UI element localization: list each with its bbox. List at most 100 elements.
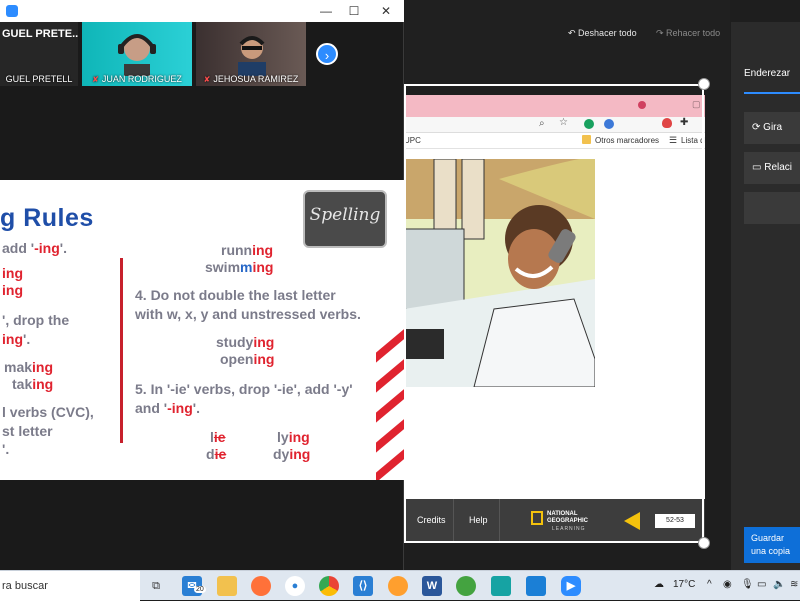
participant-name: ✘ JUAN RODRIGUEZ <box>92 74 182 84</box>
rule3-text: l verbs (CVC), <box>2 404 94 420</box>
reading-list-icon: ☰ <box>669 135 678 145</box>
participant-name: ✘ JEHOSUA RAMIREZ <box>203 74 299 84</box>
crop-handle-bottom-right[interactable] <box>698 537 710 549</box>
app-icon[interactable] <box>456 576 476 596</box>
example-die: die <box>206 446 227 462</box>
extension-icon <box>662 118 672 128</box>
chrome-icon[interactable] <box>319 576 339 596</box>
spelling-card: Spelling <box>303 190 387 248</box>
volume-icon[interactable]: 🔈 <box>773 579 785 590</box>
photos-icon[interactable] <box>526 576 546 596</box>
muted-mic-icon: ✘ <box>92 75 99 84</box>
record-icon[interactable]: ◉ <box>723 579 732 590</box>
wifi-icon[interactable]: ≋ <box>790 579 798 590</box>
zoom-app-icon <box>6 5 18 17</box>
maximize-button[interactable]: ☐ <box>346 3 362 19</box>
next-participants-button[interactable]: › <box>316 43 338 65</box>
rule3-text: st letter <box>2 423 53 439</box>
prev-page-icon[interactable] <box>624 512 640 530</box>
example-ing: ing <box>2 282 23 298</box>
participant-name: GUEL PRETELL <box>5 74 73 84</box>
edit-side-panel: Enderezar ⟳ Gira ▭ Relaci Guardar una co… <box>731 22 800 570</box>
app-icon[interactable] <box>491 576 511 596</box>
task-view-icon[interactable]: ⧉ <box>146 576 166 596</box>
app-icon[interactable]: ● <box>285 576 305 596</box>
help-button[interactable]: Help <box>454 499 500 541</box>
weather-icon[interactable]: ☁ <box>654 579 664 590</box>
other-bookmarks: Otros marcadores <box>595 136 660 145</box>
undo-all-button[interactable]: ↶ Deshacer todo <box>568 28 637 39</box>
undo-icon: ↶ <box>568 28 579 38</box>
rule1-text: add '-ing'. <box>2 240 67 256</box>
example-lie: lie <box>210 429 226 445</box>
puzzle-icon: ✚ <box>680 117 689 128</box>
weather-temp[interactable]: 17°C <box>673 579 695 590</box>
reading-list: Lista de <box>681 136 705 145</box>
ng-logo-sub: LEARNING <box>552 526 586 532</box>
mic-icon[interactable]: 🎙 <box>741 579 754 590</box>
zoom-icon: ⌕ <box>539 118 545 129</box>
rule5-text: and '-ing'. <box>135 400 200 416</box>
rule4-text: 4. Do not double the last letter <box>135 287 336 303</box>
word-icon[interactable]: W <box>422 576 442 596</box>
example-swimming: swimming <box>205 259 274 275</box>
tab-straighten[interactable]: Enderezar <box>744 68 790 79</box>
tab-underline <box>744 92 800 94</box>
rule4-text: with w, x, y and unstressed verbs. <box>135 306 361 322</box>
participant-tile[interactable]: ✘ JUAN RODRIGUEZ <box>82 22 192 86</box>
example-studying: studying <box>216 334 275 350</box>
example-ing: ing <box>2 265 23 281</box>
zoom-icon[interactable]: ▶ <box>561 576 581 596</box>
muted-mic-icon: ✘ <box>203 75 211 84</box>
ng-logo-text: NATIONAL GEOGRAPHIC <box>547 511 589 524</box>
minimize-button[interactable]: — <box>318 3 334 19</box>
editor-toolbar: ↶ Deshacer todo ↷ Rehacer todo <box>405 0 730 90</box>
extension-icon <box>584 119 594 129</box>
participant-tile[interactable]: ✘ JEHOSUA RAMIREZ <box>196 22 306 86</box>
example-running: running <box>221 242 274 258</box>
example-making: making <box>4 359 54 375</box>
browser-tabstrip: ▢ <box>404 95 705 117</box>
zoom-titlebar: — ☐ ✕ <box>0 0 404 22</box>
rule2-text: ', drop the <box>2 312 70 328</box>
aspect-ratio-button[interactable]: ▭ Relaci <box>744 152 800 184</box>
slide-divider <box>120 258 123 443</box>
browser-tab-dot <box>638 101 646 109</box>
taskbar-search-input[interactable]: ra buscar <box>0 571 140 601</box>
example-opening: opening <box>220 351 275 367</box>
folder-icon <box>582 135 591 144</box>
example-dying: dying <box>273 446 311 462</box>
taskbar: ra buscar ⧉ ✉ 20 ● ⟨⟩ W ▶ ☁ 17°C ^ ◉ 🎙 ▭… <box>0 570 800 601</box>
participant-video-icon <box>118 34 156 76</box>
crop-image[interactable]: ▢ ⌕ ☆ ✚ UPC Otros marcadores ☰ Lista de <box>404 95 705 541</box>
participant-display-name: GUEL PRETE... <box>2 28 78 40</box>
firefox-icon[interactable] <box>251 576 271 596</box>
chevron-up-icon[interactable]: ^ <box>707 579 712 590</box>
save-copy-button[interactable]: Guardar una copia <box>744 527 800 563</box>
flip-button[interactable] <box>744 192 800 224</box>
file-explorer-icon[interactable] <box>217 576 237 596</box>
battery-icon[interactable]: ▭ <box>757 579 766 590</box>
vscode-icon[interactable]: ⟨⟩ <box>353 576 373 596</box>
bookmarks-bar: UPC Otros marcadores ☰ Lista de <box>404 133 705 149</box>
man-on-phone-illustration <box>404 159 595 387</box>
ng-toolbar: Credits Help NATIONAL GEOGRAPHIC LEARNIN… <box>404 499 705 541</box>
crop-handle-top-right[interactable] <box>698 78 710 90</box>
mail-badge: 20 <box>194 586 206 593</box>
shared-slide: g Rules Spelling add '-ing'. ing ing ', … <box>0 180 404 480</box>
close-button[interactable]: ✕ <box>378 3 394 19</box>
rule5-text: 5. In '-ie' verbs, drop '-ie', add '-y' <box>135 381 353 397</box>
browser-address-bar: ⌕ ☆ ✚ <box>404 117 705 133</box>
aspect-ratio-icon: ▭ <box>752 162 765 173</box>
app-icon[interactable] <box>388 576 408 596</box>
redo-icon: ↷ <box>656 28 667 38</box>
rotate-button[interactable]: ⟳ Gira <box>744 112 800 144</box>
credits-button[interactable]: Credits <box>404 499 454 541</box>
zoom-window: — ☐ ✕ GUEL PRETE... GUEL PRETELL ✘ JUAN R… <box>0 0 404 570</box>
extension-icon <box>604 119 614 129</box>
star-icon: ☆ <box>559 117 568 128</box>
redo-all-button[interactable]: ↷ Rehacer todo <box>656 28 720 39</box>
participant-tile[interactable]: GUEL PRETE... GUEL PRETELL <box>0 22 78 86</box>
example-lying: lying <box>277 429 310 445</box>
participant-video-icon <box>238 36 266 76</box>
